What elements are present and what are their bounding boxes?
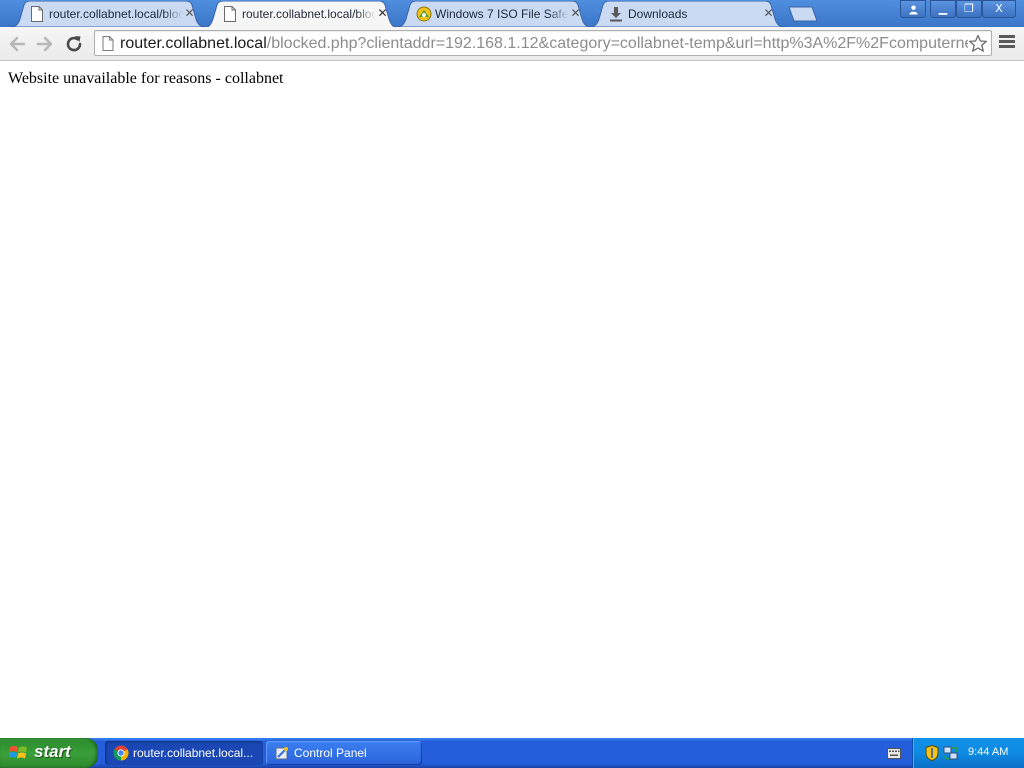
- taskbar: start router.collabnet.local... Control …: [0, 738, 1024, 768]
- start-label: start: [34, 742, 71, 761]
- start-button[interactable]: start: [0, 738, 98, 768]
- tab-strip: router.collabnet.local/blocked.php?clien…: [0, 0, 1024, 27]
- tab-close-icon[interactable]: ✕: [569, 7, 582, 20]
- taskbar-item-chrome[interactable]: router.collabnet.local...: [105, 741, 263, 765]
- keyboard-icon[interactable]: [887, 748, 901, 759]
- browser-toolbar: router.collabnet.local/blocked.php?clien…: [0, 27, 1024, 61]
- chrome-icon: [113, 745, 129, 761]
- close-window-button[interactable]: X: [982, 0, 1016, 18]
- profile-button[interactable]: [900, 0, 926, 18]
- forward-button[interactable]: [33, 32, 57, 56]
- network-icon[interactable]: [943, 745, 959, 761]
- tab-close-icon[interactable]: ✕: [183, 7, 196, 20]
- page-icon: [102, 36, 114, 51]
- tab-close-icon[interactable]: ✕: [376, 7, 389, 20]
- tab-router-blocked-2[interactable]: router.collabnet.local/blocked.php?clien…: [201, 1, 401, 27]
- address-bar[interactable]: router.collabnet.local/blocked.php?clien…: [94, 30, 992, 56]
- url-host: router.collabnet.local: [120, 35, 267, 52]
- chrome-menu-button[interactable]: [999, 35, 1015, 51]
- restore-icon: ❐: [964, 2, 974, 15]
- security-shield-icon[interactable]: [925, 745, 939, 761]
- tab-close-icon[interactable]: ✕: [762, 7, 775, 20]
- menu-bar: [999, 35, 1015, 38]
- tab-title: Downloads: [628, 7, 688, 21]
- tab-title: router.collabnet.local/blocked.php?clien…: [49, 7, 183, 21]
- reload-button[interactable]: [62, 32, 86, 56]
- taskbar-item-control-panel[interactable]: Control Panel: [266, 741, 422, 765]
- menu-bar: [999, 40, 1015, 43]
- tab-windows7-iso[interactable]: Windows 7 ISO File Safe Download ✕: [394, 1, 594, 27]
- page-icon: [31, 6, 43, 22]
- back-button[interactable]: [5, 32, 29, 56]
- tab-downloads[interactable]: Downloads ✕: [587, 1, 787, 27]
- page-content: Website unavailable for reasons - collab…: [0, 62, 1024, 738]
- site-logo-icon: [416, 6, 432, 22]
- url-text[interactable]: router.collabnet.local/blocked.php?clien…: [120, 34, 968, 54]
- page-icon: [224, 6, 236, 22]
- tab-title: Windows 7 ISO File Safe Download: [435, 7, 569, 21]
- window-controls: ▁ ❐ X: [900, 0, 1018, 20]
- download-icon: [610, 7, 622, 22]
- tab-router-blocked-1[interactable]: router.collabnet.local/blocked.php?clien…: [8, 1, 208, 27]
- taskbar-item-label: router.collabnet.local...: [133, 746, 253, 760]
- tab-title: router.collabnet.local/blocked.php?clien…: [242, 7, 376, 21]
- bookmark-star-icon[interactable]: [968, 34, 988, 53]
- system-tray: 9:44 AM: [912, 738, 1024, 768]
- url-path: /blocked.php?clientaddr=192.168.1.12&cat…: [266, 35, 968, 52]
- menu-bar: [999, 45, 1015, 48]
- minimize-button[interactable]: ▁: [930, 0, 956, 18]
- taskbar-item-label: Control Panel: [294, 746, 367, 760]
- user-icon: [908, 5, 918, 15]
- new-tab-button[interactable]: [786, 6, 820, 22]
- close-icon: X: [995, 2, 1003, 15]
- clock: 9:44 AM: [968, 746, 1009, 758]
- control-panel-icon: [275, 747, 288, 760]
- windows-logo-icon: [9, 746, 27, 759]
- minimize-icon: ▁: [938, 2, 948, 15]
- blocked-message: Website unavailable for reasons - collab…: [8, 70, 284, 87]
- maximize-button[interactable]: ❐: [956, 0, 982, 18]
